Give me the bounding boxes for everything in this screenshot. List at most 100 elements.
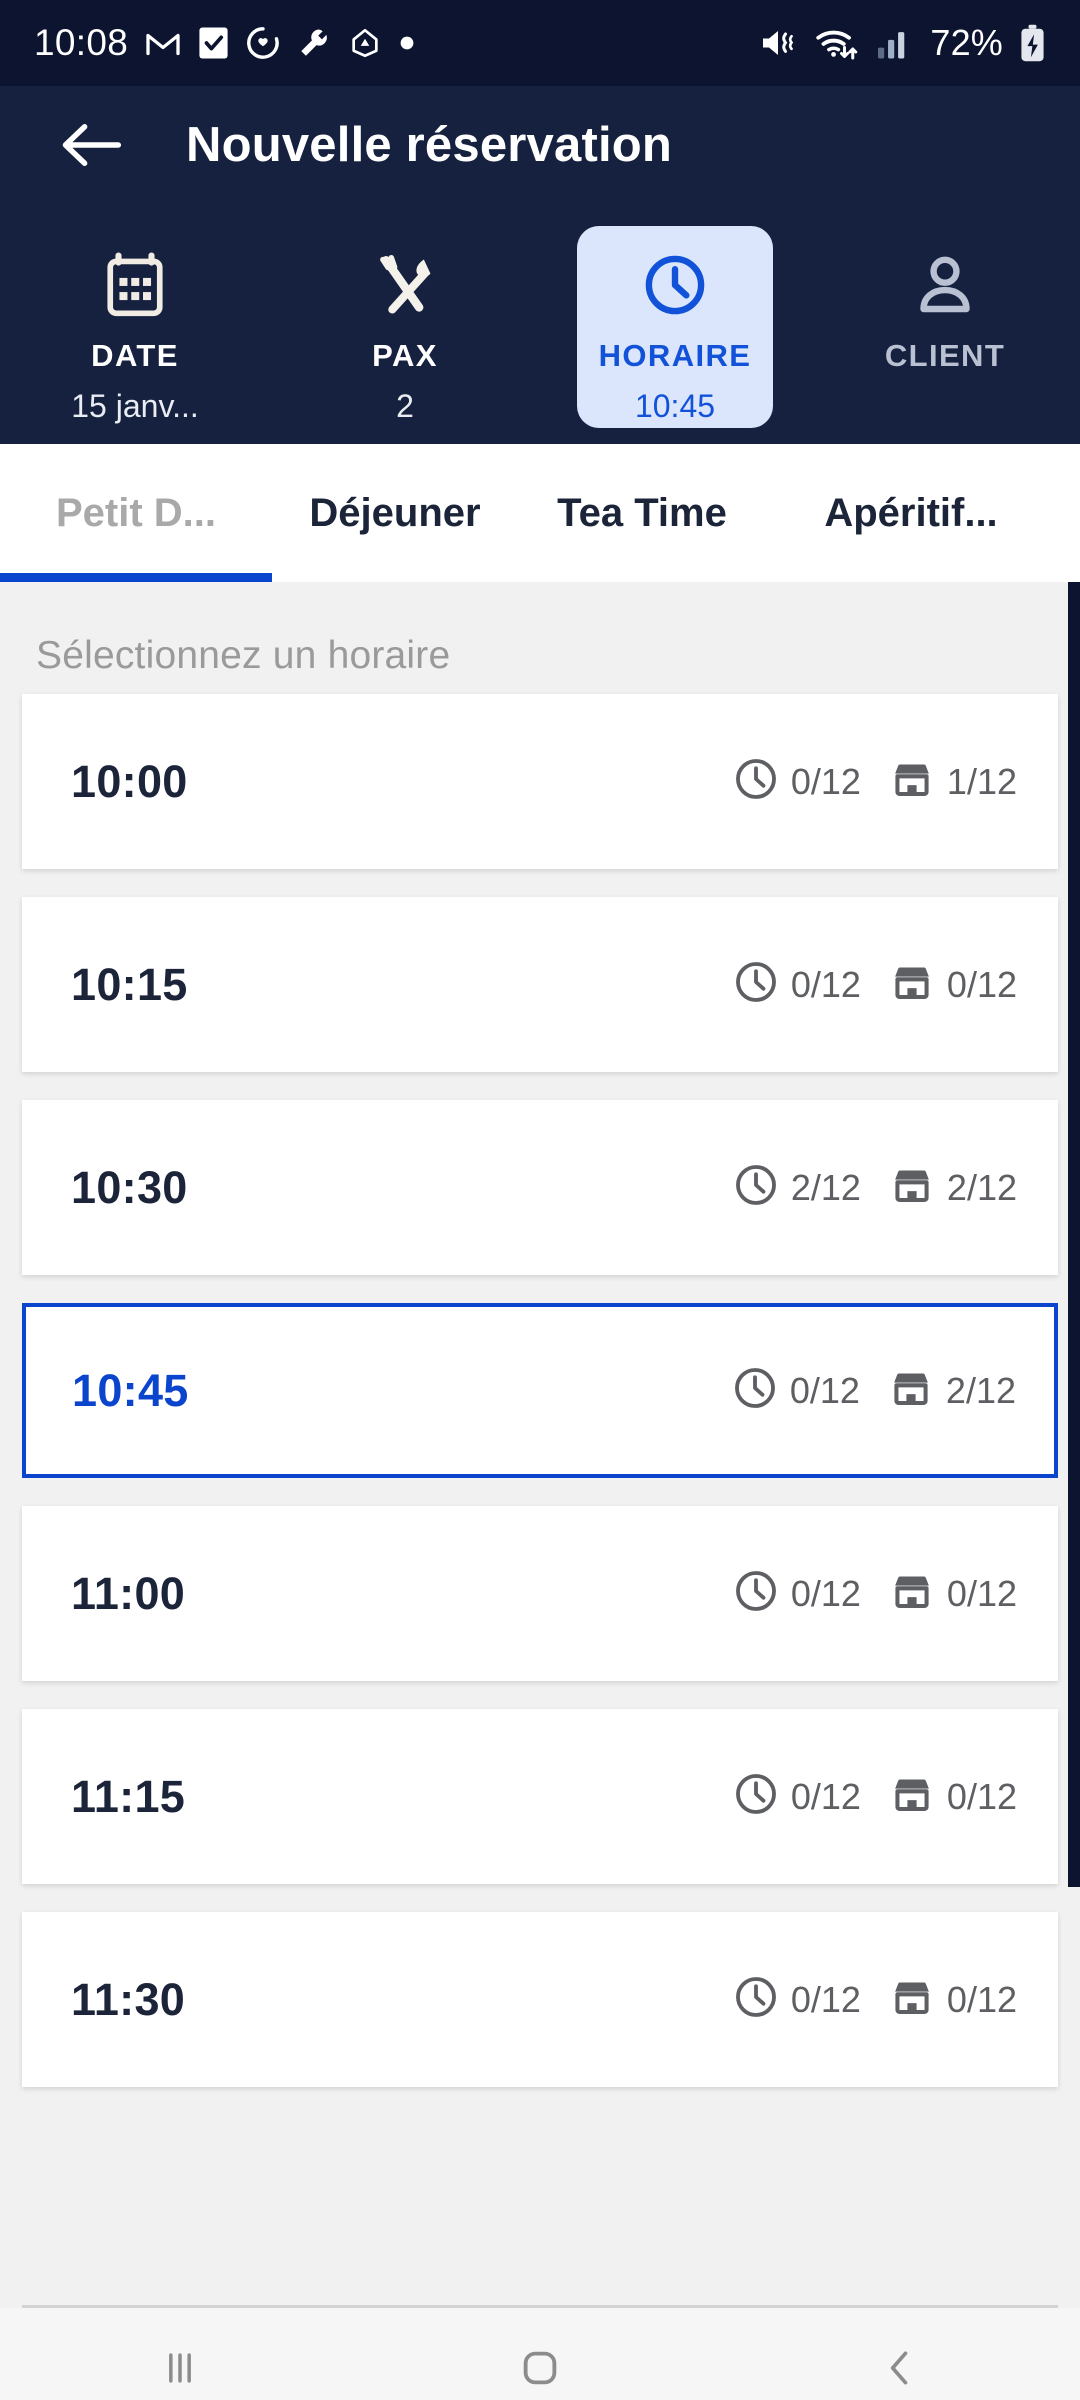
slot-duration-metric: 0/12 <box>733 756 861 807</box>
step-pax[interactable]: PAX 2 <box>270 204 540 428</box>
storefront-icon <box>895 1982 929 2014</box>
step-horaire-label: HORAIRE <box>598 338 752 373</box>
android-nav-bar <box>0 2308 1080 2400</box>
triangle-alert-icon <box>348 26 382 60</box>
slot-tables-metric: 2/12 <box>889 1162 1017 1213</box>
clock-icon <box>735 759 776 799</box>
phone-screen: 10:08 72% Nouvelle réservation DATE 15 j… <box>0 0 1080 2400</box>
storefront-icon <box>889 959 935 1010</box>
vertical-scrollbar[interactable] <box>1068 582 1080 1887</box>
time-slot-metrics: 0/12 1/12 <box>733 756 1017 807</box>
slot-clock-count: 0/12 <box>790 1775 861 1817</box>
back-chevron-icon <box>890 2351 908 2385</box>
battery-charging-icon <box>1019 24 1046 62</box>
slot-duration-metric: 0/12 <box>732 1365 860 1416</box>
slot-table-count: 0/12 <box>946 963 1017 1005</box>
step-pax-value: 2 <box>396 388 414 424</box>
tab-dejeuner[interactable]: Déjeuner <box>272 444 518 582</box>
clock-icon <box>735 962 776 1002</box>
storefront-icon <box>889 1162 935 1213</box>
recents-button[interactable] <box>110 2323 250 2400</box>
time-slot-metrics: 0/12 0/12 <box>733 1771 1017 1822</box>
slot-clock-count: 0/12 <box>789 1369 860 1411</box>
dot-icon <box>399 35 415 51</box>
slot-clock-count: 0/12 <box>790 760 861 802</box>
step-date-label: DATE <box>91 338 179 373</box>
step-client[interactable]: CLIENT <box>810 204 1080 428</box>
step-date[interactable]: DATE 15 janv... <box>0 204 270 428</box>
status-bar: 10:08 72% <box>0 0 1080 86</box>
content-bottom-divider <box>22 2305 1058 2308</box>
clock-icon <box>735 1571 776 1611</box>
back-button-nav[interactable] <box>830 2323 970 2400</box>
clock-icon <box>735 1977 776 2017</box>
slot-tables-metric: 1/12 <box>889 756 1017 807</box>
slot-tables-metric: 0/12 <box>889 959 1017 1010</box>
slot-table-count: 0/12 <box>946 1775 1017 1817</box>
clock-icon <box>733 1974 779 2025</box>
storefront-icon <box>895 967 929 999</box>
tab-active-indicator <box>0 573 272 582</box>
step-horaire[interactable]: HORAIRE 10:45 <box>540 204 810 428</box>
clock-icon <box>733 756 779 807</box>
time-slot-row[interactable]: 10:15 0/12 0/12 <box>22 897 1058 1072</box>
home-button[interactable] <box>470 2323 610 2400</box>
slot-duration-metric: 0/12 <box>733 1771 861 1822</box>
step-date-value: 15 janv... <box>71 388 199 424</box>
app-bar: Nouvelle réservation DATE 15 janv... PAX… <box>0 86 1080 444</box>
storefront-icon <box>895 1576 929 1608</box>
time-slot-panel: Sélectionnez un horaire 10:00 0/12 1/12 … <box>0 582 1080 2308</box>
clock-icon <box>735 1165 776 1205</box>
signal-bars-icon <box>876 26 914 60</box>
storefront-icon <box>895 1779 929 1811</box>
clock-icon <box>732 1365 778 1416</box>
reservation-stepper: DATE 15 janv... PAX 2 HORAIRE 10:45 CLIE… <box>0 204 1080 444</box>
slot-tables-metric: 0/12 <box>889 1568 1017 1619</box>
slot-clock-count: 0/12 <box>790 963 861 1005</box>
page-title: Nouvelle réservation <box>186 118 673 172</box>
storefront-icon <box>889 1568 935 1619</box>
slot-duration-metric: 0/12 <box>733 1568 861 1619</box>
time-slot-row[interactable]: 10:45 0/12 2/12 <box>22 1303 1058 1478</box>
recents-icon <box>169 2353 191 2383</box>
checkbox-icon <box>198 26 229 60</box>
time-slot-time: 11:15 <box>71 1770 186 1822</box>
mute-vibrate-icon <box>758 25 798 61</box>
app-bar-top: Nouvelle réservation <box>0 86 1080 204</box>
slot-duration-metric: 0/12 <box>733 1974 861 2025</box>
storefront-icon <box>889 1974 935 2025</box>
clock-icon <box>733 1771 779 1822</box>
battery-percent: 72% <box>930 22 1003 63</box>
wifi-icon <box>814 25 860 61</box>
home-icon <box>523 2351 557 2385</box>
tab-tea-time[interactable]: Tea Time <box>518 444 766 582</box>
time-slot-time: 10:30 <box>71 1161 188 1213</box>
time-slot-row[interactable]: 10:00 0/12 1/12 <box>22 694 1058 869</box>
storefront-icon <box>894 1373 928 1405</box>
meal-period-tabs: Petit D... Déjeuner Tea Time Apéritif... <box>0 444 1080 582</box>
tab-petit-dejeuner[interactable]: Petit D... <box>0 444 272 582</box>
gmail-icon <box>145 28 181 58</box>
clock-icon <box>733 1162 779 1213</box>
time-slot-row[interactable]: 11:00 0/12 0/12 <box>22 1506 1058 1681</box>
time-slot-row[interactable]: 11:15 0/12 0/12 <box>22 1709 1058 1884</box>
time-slot-metrics: 0/12 0/12 <box>733 1974 1017 2025</box>
time-slot-time: 11:30 <box>71 1973 186 2025</box>
storefront-icon <box>889 756 935 807</box>
time-slot-metrics: 0/12 2/12 <box>732 1365 1016 1416</box>
clock-icon <box>643 248 707 322</box>
back-button[interactable] <box>54 108 128 182</box>
time-slot-time: 10:45 <box>72 1364 189 1416</box>
status-clock: 10:08 <box>34 22 129 63</box>
arrow-left-icon <box>62 124 122 166</box>
time-slot-row[interactable]: 11:30 0/12 0/12 <box>22 1912 1058 2087</box>
slot-tables-metric: 0/12 <box>889 1974 1017 2025</box>
slot-table-count: 0/12 <box>946 1572 1017 1614</box>
slot-duration-metric: 2/12 <box>733 1162 861 1213</box>
slot-clock-count: 2/12 <box>790 1166 861 1208</box>
time-slot-row[interactable]: 10:30 2/12 2/12 <box>22 1100 1058 1275</box>
tab-aperitif[interactable]: Apéritif... <box>766 444 1056 582</box>
time-slot-time: 10:15 <box>71 958 188 1010</box>
time-slot-list: 10:00 0/12 1/12 10:15 0/12 0/12 10:30 2/… <box>0 678 1080 2087</box>
clock-icon <box>734 1368 775 1408</box>
